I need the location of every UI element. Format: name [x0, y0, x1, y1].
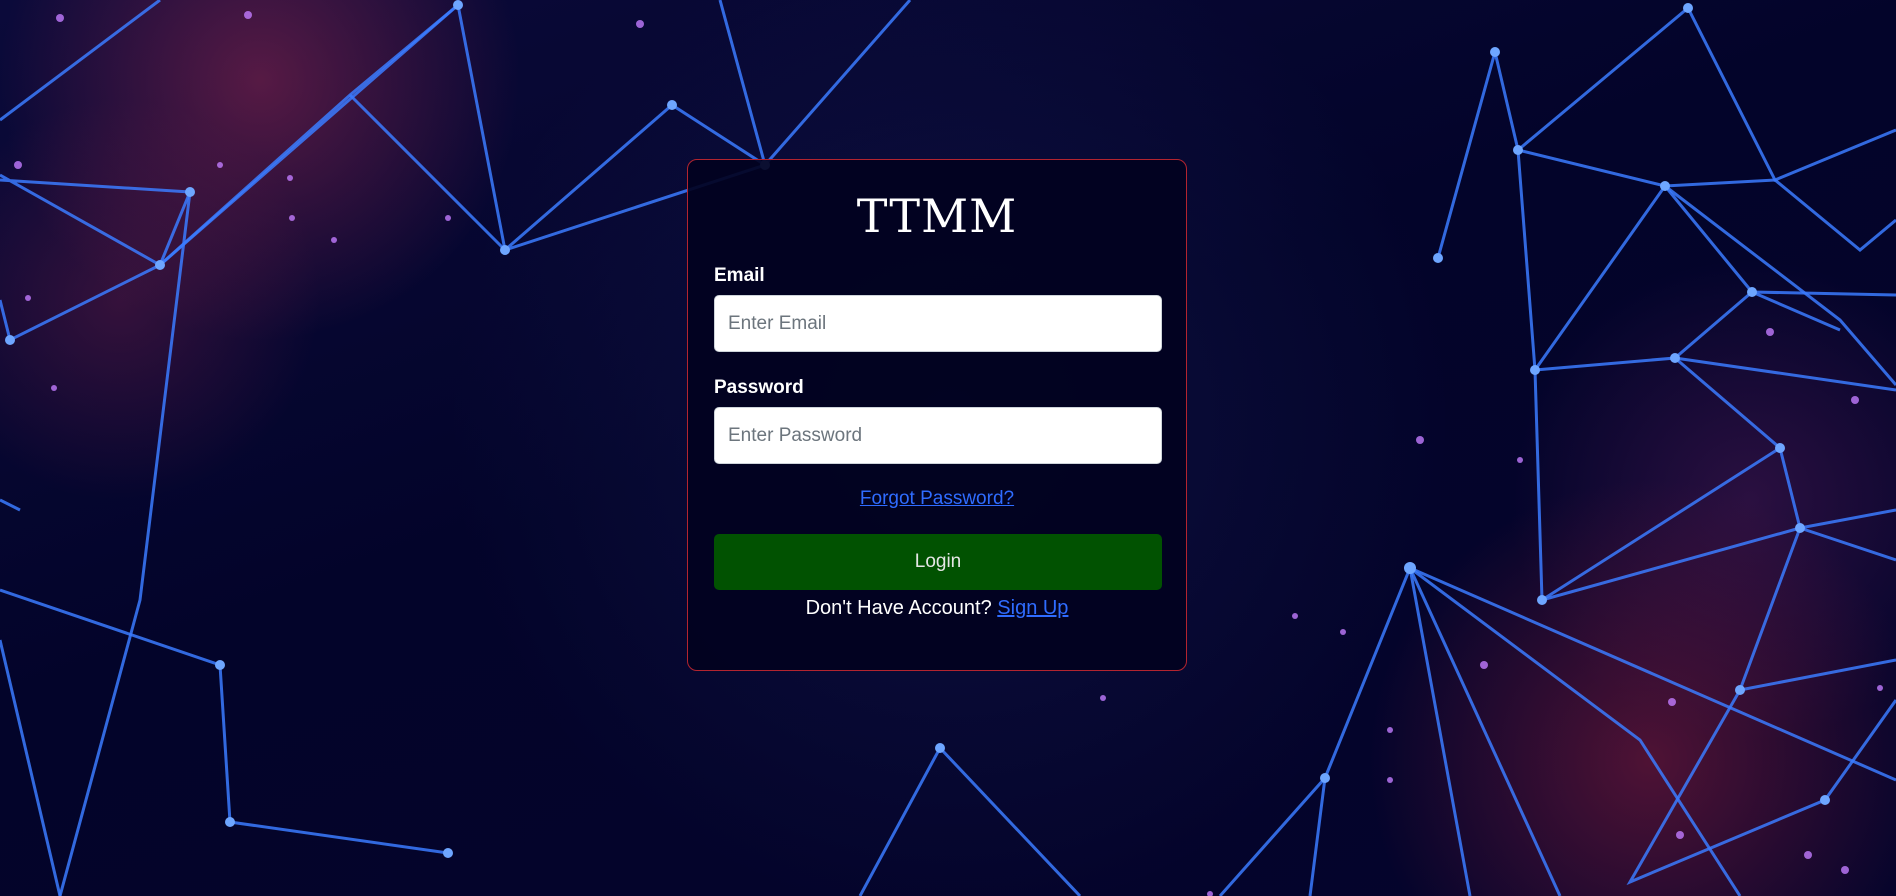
email-label: Email [714, 265, 765, 286]
app-title: TTMM [856, 189, 1018, 243]
login-button[interactable]: Login [714, 534, 1162, 590]
forgot-password-row: Forgot Password? [714, 486, 1160, 513]
signup-row: Don't Have Account? Sign Up [714, 594, 1160, 622]
password-label: Password [714, 377, 804, 398]
password-input[interactable] [714, 407, 1162, 464]
signup-prompt: Don't Have Account? [805, 597, 992, 619]
forgot-password-link[interactable]: Forgot Password? [860, 488, 1014, 509]
email-input[interactable] [714, 295, 1162, 352]
sign-up-link[interactable]: Sign Up [997, 597, 1068, 619]
login-card: TTMM Email Password Forgot Password? Log… [687, 159, 1187, 671]
